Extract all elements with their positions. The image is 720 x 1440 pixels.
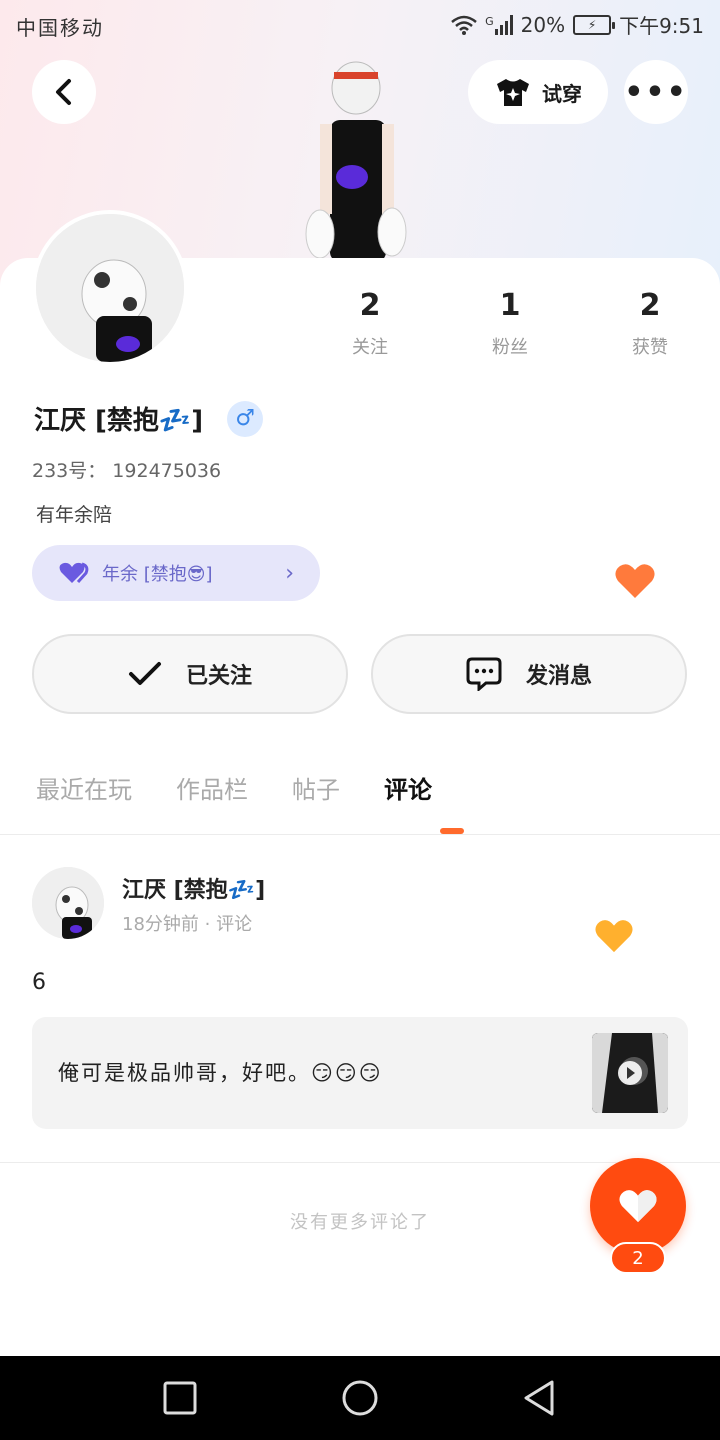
comment-divider bbox=[0, 1162, 720, 1163]
quoted-post-text: 俺可是极品帅哥，好吧。😏😏😏 bbox=[58, 1061, 383, 1085]
tabs-divider bbox=[0, 834, 720, 835]
avatar[interactable] bbox=[32, 210, 188, 366]
male-icon: ♂ bbox=[227, 400, 264, 437]
tab-posts[interactable]: 帖子 bbox=[292, 770, 340, 805]
status-indicators: G 20% ⚡ 下午9:51 bbox=[451, 10, 704, 39]
chat-bubble-icon bbox=[466, 657, 502, 691]
stat-likes[interactable]: 2 获赞 bbox=[580, 288, 720, 359]
profile-uid[interactable]: 233号： 192475036 bbox=[32, 456, 221, 483]
message-button[interactable]: 发消息 bbox=[371, 634, 687, 714]
more-button[interactable]: ••• bbox=[624, 60, 688, 124]
followed-label: 已关注 bbox=[185, 664, 252, 689]
carrier-name: 中国移动 bbox=[16, 16, 104, 40]
home-icon[interactable] bbox=[340, 1378, 380, 1418]
heart-icon bbox=[614, 562, 656, 604]
chevron-left-icon bbox=[56, 79, 71, 105]
status-bar: 中国移动 G 20% ⚡ 下午9:51 bbox=[0, 0, 720, 48]
tab-comments[interactable]: 评论 bbox=[384, 770, 432, 805]
heart-icon bbox=[595, 920, 633, 953]
comment-avatar[interactable] bbox=[32, 867, 104, 939]
tshirt-icon bbox=[497, 79, 529, 106]
tryon-label: 试穿 bbox=[542, 81, 582, 106]
wifi-icon bbox=[451, 15, 477, 35]
comment-meta: 18分钟前 · 评论 bbox=[122, 914, 253, 935]
profile-nickname-row: 江厌 [禁抱💤] ♂ bbox=[34, 400, 264, 437]
network-type: G bbox=[485, 14, 494, 28]
followed-button[interactable]: 已关注 bbox=[32, 634, 348, 714]
signal-icon: G bbox=[485, 14, 513, 35]
like-count-badge: 2 bbox=[610, 1242, 666, 1274]
status-time: 下午9:51 bbox=[619, 14, 704, 38]
stat-value: 1 bbox=[499, 288, 521, 323]
profile-nickname: 江厌 [禁抱💤] bbox=[34, 406, 204, 436]
stat-label: 粉丝 bbox=[492, 337, 528, 358]
message-label: 发消息 bbox=[525, 664, 592, 689]
stat-label: 关注 bbox=[352, 337, 388, 358]
battery-percent: 20% bbox=[520, 12, 566, 37]
tryon-button[interactable]: 试穿 bbox=[468, 60, 608, 124]
purple-heart-icon bbox=[59, 562, 89, 583]
back-nav-icon[interactable] bbox=[520, 1378, 560, 1418]
cp-tag-label: 年余 [禁抱😎] bbox=[102, 564, 213, 585]
recent-apps-icon[interactable] bbox=[160, 1378, 200, 1418]
tab-recent-play[interactable]: 最近在玩 bbox=[36, 770, 132, 805]
heart-icon bbox=[619, 1190, 657, 1223]
more-dots-icon: ••• bbox=[624, 74, 688, 110]
profile-tabs: 最近在玩 作品栏 帖子 评论 bbox=[36, 770, 432, 805]
chevron-right-icon: › bbox=[285, 560, 294, 586]
comment-author[interactable]: 江厌 [禁抱💤] bbox=[122, 872, 265, 904]
dressup-avatar-image bbox=[300, 52, 412, 262]
comment-text: 6 bbox=[32, 970, 46, 995]
battery-icon: ⚡ bbox=[573, 14, 616, 35]
quoted-post-thumbnail[interactable] bbox=[592, 1033, 668, 1113]
stat-value: 2 bbox=[359, 288, 381, 323]
tab-works[interactable]: 作品栏 bbox=[176, 770, 248, 805]
like-fab-button[interactable] bbox=[590, 1158, 686, 1254]
system-nav-bar bbox=[0, 1356, 720, 1440]
comment-like-button[interactable] bbox=[594, 918, 634, 958]
stat-value: 2 bbox=[639, 288, 661, 323]
stat-label: 获赞 bbox=[632, 337, 668, 358]
back-button[interactable] bbox=[32, 60, 96, 124]
quoted-post[interactable]: 俺可是极品帅哥，好吧。😏😏😏 bbox=[32, 1017, 688, 1129]
check-icon bbox=[128, 662, 161, 685]
profile-bio: 有年余陪 bbox=[36, 504, 113, 526]
stat-following[interactable]: 2 关注 bbox=[300, 288, 440, 359]
stat-followers[interactable]: 1 粉丝 bbox=[440, 288, 580, 359]
cp-relationship-tag[interactable]: 年余 [禁抱😎] › bbox=[32, 545, 320, 601]
profile-stats: 2 关注 1 粉丝 2 获赞 bbox=[300, 288, 720, 359]
play-icon bbox=[618, 1061, 642, 1085]
